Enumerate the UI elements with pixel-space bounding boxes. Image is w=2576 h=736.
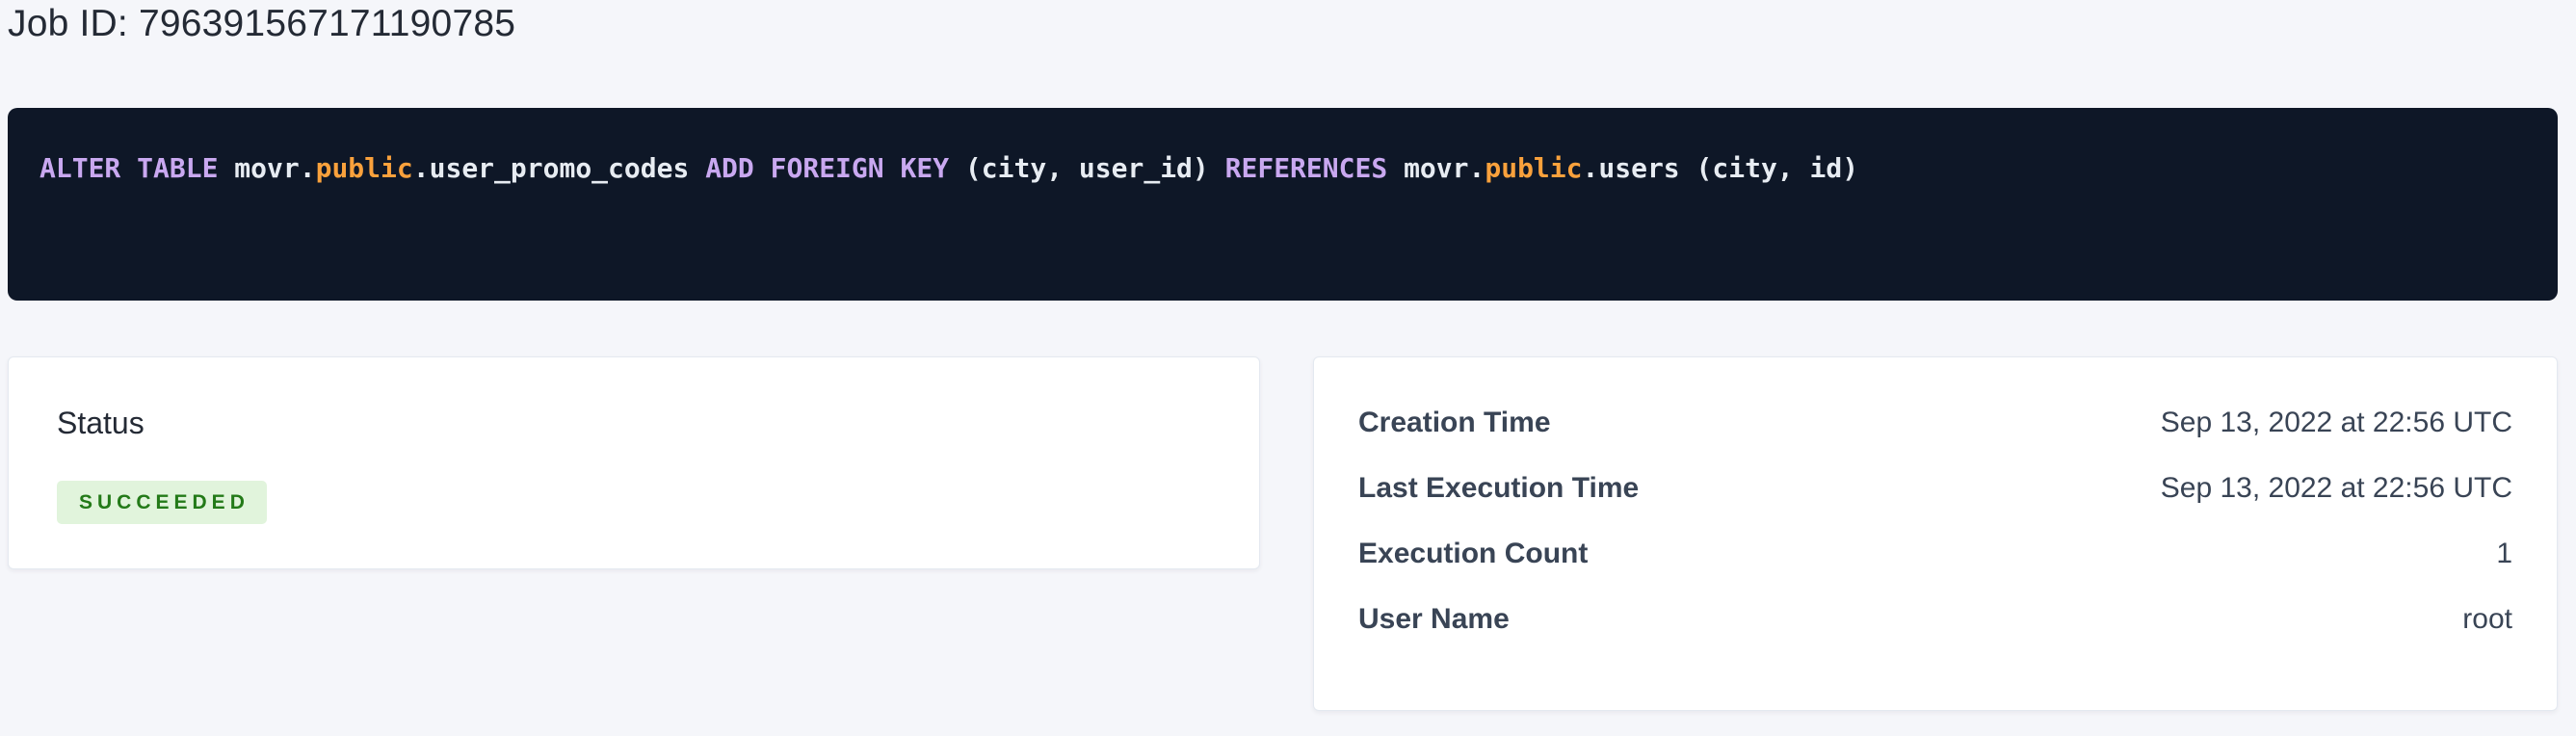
sql-identifier: movr.: [234, 152, 315, 184]
detail-value: Sep 13, 2022 at 22:56 UTC: [2161, 471, 2512, 506]
sql-identifier: (city, user_id): [965, 152, 1225, 184]
sql-identifier: .user_promo_codes: [413, 152, 705, 184]
detail-value: 1: [2496, 537, 2512, 571]
status-card-heading: Status: [57, 406, 1211, 440]
details-card: Creation Time Sep 13, 2022 at 22:56 UTC …: [1313, 356, 2558, 711]
detail-label: Last Execution Time: [1358, 471, 1639, 506]
detail-row-execution-count: Execution Count 1: [1358, 537, 2512, 571]
summary-cards-row: Status SUCCEEDED Creation Time Sep 13, 2…: [8, 356, 2558, 711]
page-title: Job ID: 796391567171190785: [8, 2, 2558, 46]
detail-row-creation-time: Creation Time Sep 13, 2022 at 22:56 UTC: [1358, 406, 2512, 440]
detail-value: root: [2462, 602, 2512, 637]
sql-keyword: ADD FOREIGN KEY: [705, 152, 965, 184]
job-details-page: Job ID: 796391567171190785 ALTER TABLE m…: [0, 0, 2576, 736]
sql-keyword: REFERENCES: [1225, 152, 1404, 184]
detail-label: Execution Count: [1358, 537, 1588, 571]
sql-statement: ALTER TABLE movr.public.user_promo_codes…: [39, 150, 2526, 187]
detail-row-last-execution-time: Last Execution Time Sep 13, 2022 at 22:5…: [1358, 471, 2512, 506]
sql-identifier: movr.: [1404, 152, 1485, 184]
detail-label: User Name: [1358, 602, 1510, 637]
status-badge: SUCCEEDED: [57, 481, 267, 524]
detail-label: Creation Time: [1358, 406, 1551, 440]
sql-schema-name: public: [316, 152, 413, 184]
sql-schema-name: public: [1485, 152, 1582, 184]
status-card: Status SUCCEEDED: [8, 356, 1260, 569]
sql-keyword: ALTER TABLE: [39, 152, 234, 184]
detail-value: Sep 13, 2022 at 22:56 UTC: [2161, 406, 2512, 440]
detail-row-user-name: User Name root: [1358, 602, 2512, 637]
sql-identifier: .users (city, id): [1583, 152, 1859, 184]
sql-statement-box: ALTER TABLE movr.public.user_promo_codes…: [8, 108, 2558, 301]
